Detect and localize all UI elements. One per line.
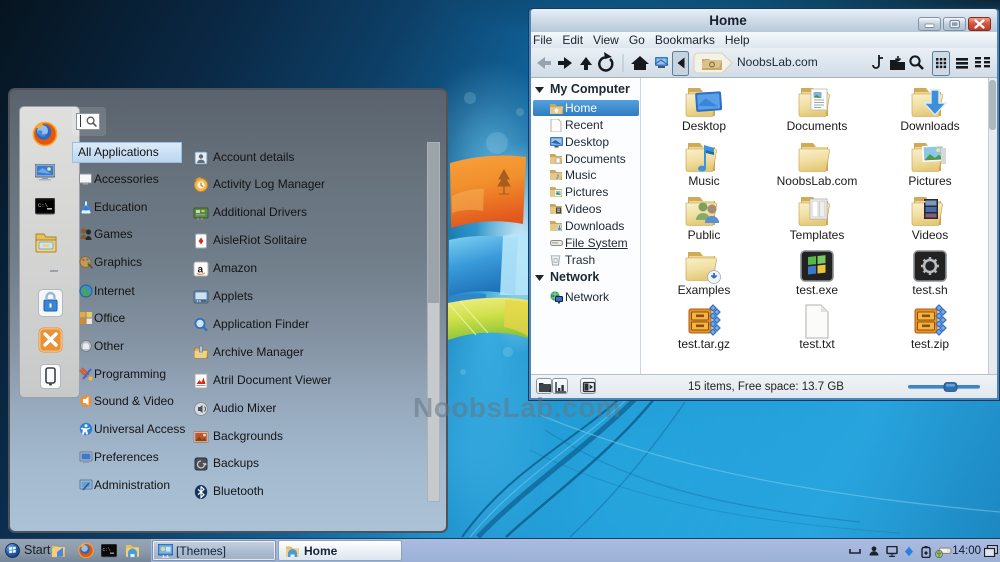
svg-text:C:\: C:\ (38, 202, 48, 209)
svg-text:C:\: C:\ (103, 547, 111, 553)
svg-text:♪: ♪ (556, 171, 561, 181)
